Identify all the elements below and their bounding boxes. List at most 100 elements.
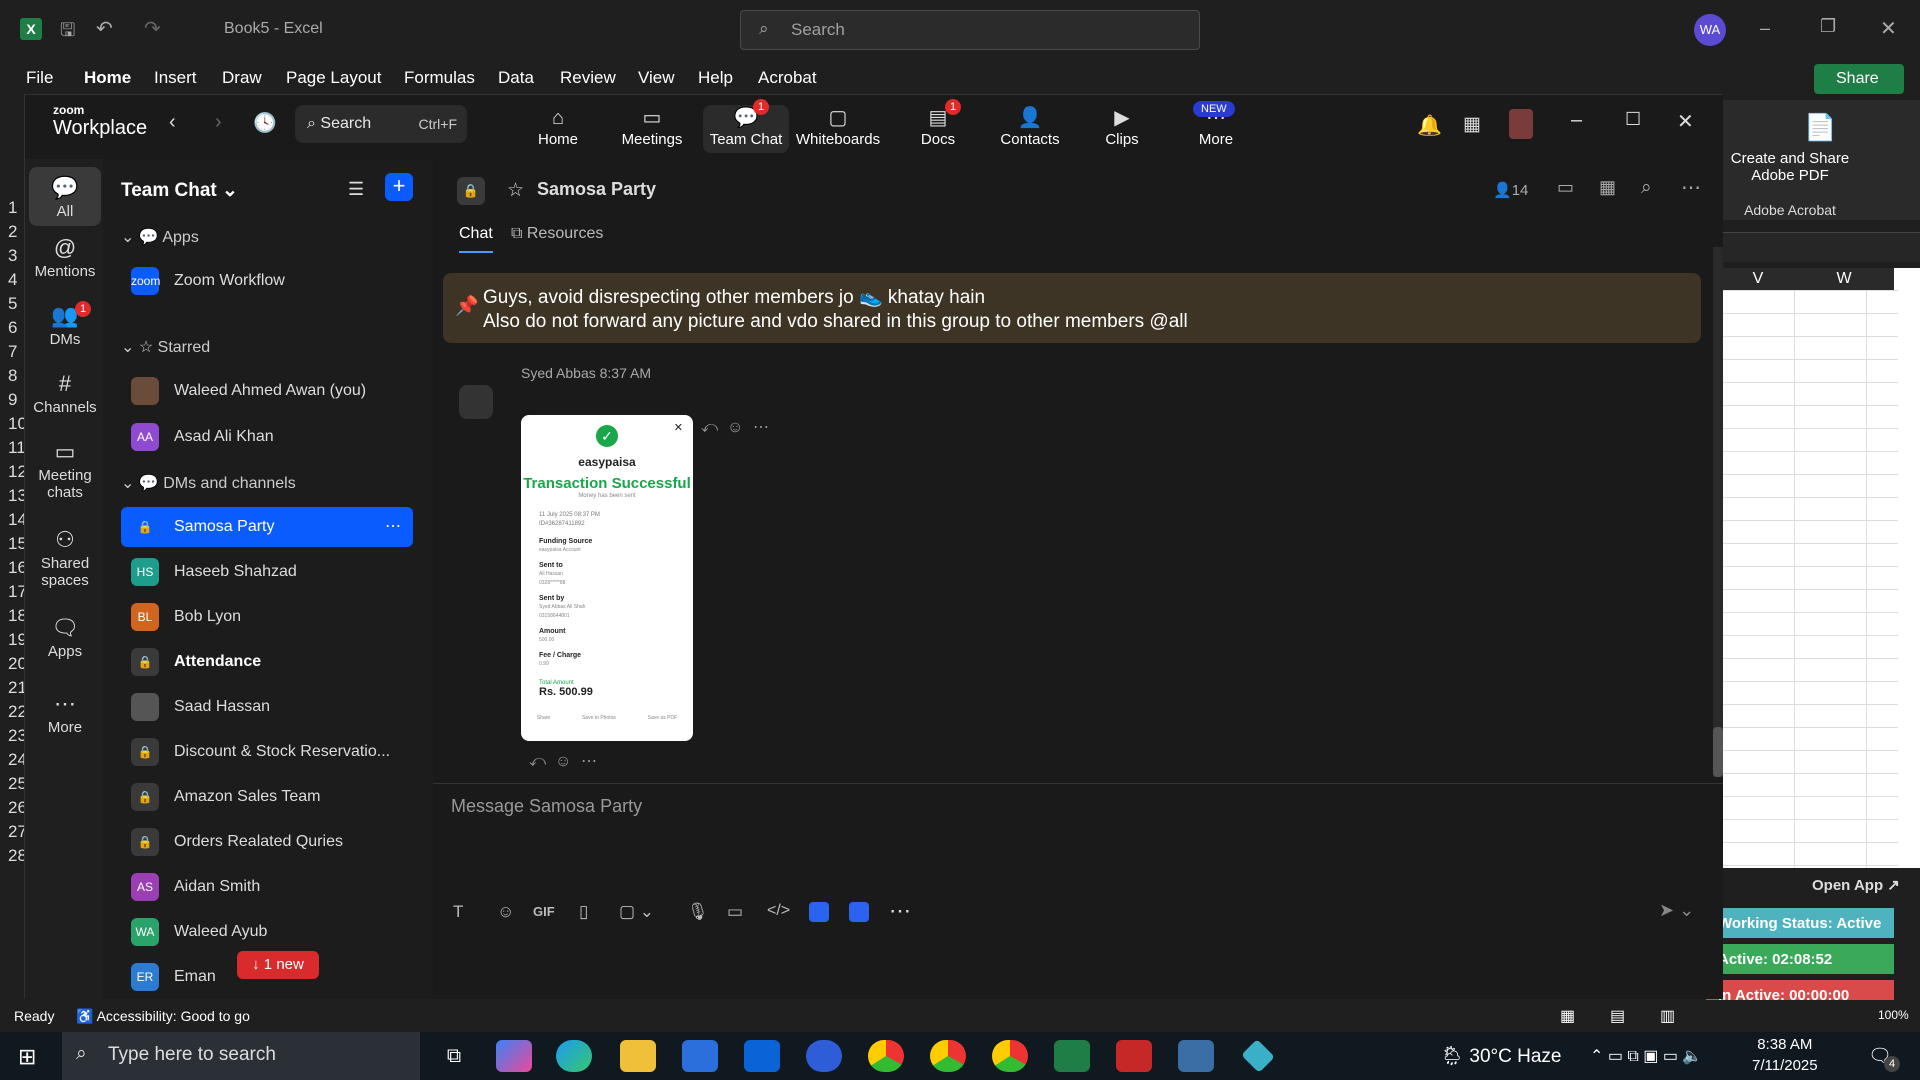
new-messages-badge[interactable]: ↓ 1 new: [237, 951, 319, 979]
emoji-react-icon[interactable]: ☺: [727, 419, 743, 437]
column-header-v[interactable]: V: [1722, 268, 1794, 290]
clock[interactable]: 8:38 AM 7/11/2025: [1752, 1034, 1818, 1076]
create-share-pdf-button[interactable]: Create and Share Adobe PDF: [1722, 150, 1858, 184]
tab-data[interactable]: Data: [498, 68, 534, 88]
outlook-icon[interactable]: [744, 1040, 780, 1072]
redo-icon[interactable]: ↷: [144, 16, 161, 41]
rail-shared-spaces[interactable]: ⚇ Shared spaces: [29, 525, 101, 589]
sender-avatar[interactable]: [459, 385, 493, 419]
notification-center-icon[interactable]: 🗨 4: [1868, 1044, 1900, 1072]
nav-meetings[interactable]: ▭ Meetings: [609, 105, 695, 153]
more-icon[interactable]: ⋯: [889, 898, 911, 924]
sidebar-title[interactable]: Team Chat ⌄: [121, 179, 238, 202]
nav-home[interactable]: ⌂ Home: [515, 105, 601, 153]
text-format-icon[interactable]: T: [453, 902, 463, 922]
receipt-image[interactable]: ✕ ✓ easypaisa Transaction Successful Mon…: [521, 415, 693, 741]
spreadsheet-grid[interactable]: V W: [1722, 268, 1920, 868]
section-apps[interactable]: ⌄ 💬 Apps: [121, 227, 199, 247]
sidebar-item[interactable]: 🔒 Orders Realated Quries: [121, 822, 413, 862]
open-app-link[interactable]: Open App ↗: [1812, 876, 1900, 894]
undo-icon[interactable]: ↶: [96, 16, 113, 41]
row-number[interactable]: 3: [8, 246, 17, 266]
nav-more[interactable]: ⋯ More NEW: [1173, 101, 1259, 153]
sidebar-item[interactable]: WA Waleed Ayub: [121, 912, 413, 952]
store-icon[interactable]: [682, 1040, 718, 1072]
column-header-w[interactable]: W: [1794, 268, 1894, 290]
back-icon[interactable]: ‹: [169, 111, 176, 134]
close-icon[interactable]: ✕: [1677, 109, 1694, 134]
filezilla-icon[interactable]: [1116, 1040, 1152, 1072]
sidebar-item[interactable]: 🔒 Discount & Stock Reservatio...: [121, 732, 413, 772]
task-view-icon[interactable]: ⧉: [436, 1040, 472, 1072]
tab-help[interactable]: Help: [698, 68, 733, 88]
row-number[interactable]: 11: [8, 438, 26, 458]
chrome-icon[interactable]: [992, 1040, 1028, 1072]
nav-whiteboards[interactable]: ▢ Whiteboards: [795, 105, 881, 153]
app-icon[interactable]: [849, 902, 869, 922]
excel-search-input[interactable]: ⌕ Search: [740, 10, 1200, 50]
calculator-icon[interactable]: [1178, 1040, 1214, 1072]
taskbar-search-input[interactable]: ⌕ Type here to search: [62, 1032, 420, 1080]
minimize-icon[interactable]: –: [1760, 18, 1770, 39]
filter-icon[interactable]: ☰: [348, 179, 364, 200]
star-icon[interactable]: ☆: [507, 179, 524, 202]
reply-icon[interactable]: ⤺: [529, 753, 546, 771]
edge-icon[interactable]: [556, 1040, 592, 1072]
close-icon[interactable]: ✕: [1880, 16, 1897, 41]
sidebar-item[interactable]: HS Haseeb Shahzad: [121, 552, 413, 592]
history-icon[interactable]: 🕓: [253, 111, 277, 135]
send-icon[interactable]: ➤ ⌄: [1659, 900, 1694, 921]
row-number[interactable]: 6: [8, 318, 17, 338]
notifications-icon[interactable]: 🔔: [1417, 113, 1442, 138]
sidebar-item[interactable]: Waleed Ahmed Awan (you): [121, 371, 413, 411]
sidebar-item[interactable]: zoom Zoom Workflow: [121, 261, 413, 301]
nav-clips[interactable]: ▶ Clips: [1079, 105, 1165, 153]
search-icon[interactable]: ⌕: [1641, 177, 1652, 199]
sidebar-item[interactable]: AS Aidan Smith: [121, 867, 413, 907]
pinned-message[interactable]: 📌 Guys, avoid disrespecting other member…: [443, 273, 1701, 343]
row-number[interactable]: 8: [8, 366, 17, 386]
message-input[interactable]: Message Samosa Party: [451, 796, 642, 817]
chat-scrollbar[interactable]: [1713, 247, 1723, 777]
system-tray-icons[interactable]: ⌃ ▭ ⧉ ▣ ▭ 🔈: [1590, 1046, 1702, 1066]
weather-widget[interactable]: 🌦 30°C Haze: [1440, 1044, 1562, 1068]
tab-resources[interactable]: ⧉ Resources: [511, 225, 603, 243]
tab-acrobat[interactable]: Acrobat: [758, 68, 817, 88]
emoji-icon[interactable]: ☺: [497, 902, 514, 922]
row-number[interactable]: 2: [8, 222, 17, 242]
section-dms[interactable]: ⌄ 💬 DMs and channels: [121, 473, 296, 493]
zoom-level[interactable]: 100%: [1878, 1008, 1909, 1022]
nav-team-chat[interactable]: 💬 Team Chat 1: [703, 99, 789, 153]
rail-all[interactable]: 💬 All: [29, 167, 101, 226]
code-icon[interactable]: </>: [767, 902, 790, 920]
rail-more[interactable]: ⋯ More: [29, 689, 101, 736]
normal-view-icon[interactable]: ▦: [1560, 1006, 1575, 1026]
excel-taskbar-icon[interactable]: [1054, 1040, 1090, 1072]
zoom-taskbar-icon[interactable]: [806, 1040, 842, 1072]
members-count[interactable]: 👤14: [1493, 181, 1528, 199]
emoji-react-icon[interactable]: ☺: [555, 753, 571, 771]
minimize-icon[interactable]: –: [1571, 109, 1582, 132]
accessibility-status[interactable]: ♿ Accessibility: Good to go: [76, 1008, 250, 1025]
forward-icon[interactable]: ›: [215, 111, 222, 134]
restore-icon[interactable]: ❐: [1820, 16, 1836, 37]
video-icon[interactable]: ▭: [1557, 177, 1574, 198]
chrome-icon[interactable]: [868, 1040, 904, 1072]
tab-view[interactable]: View: [638, 68, 675, 88]
reply-icon[interactable]: ⤺: [701, 419, 718, 437]
message-composer[interactable]: Message Samosa Party T ☺ GIF ▯ ▢ ⌄ 🎙 ▭ <…: [433, 783, 1723, 999]
formula-bar[interactable]: [1722, 232, 1920, 262]
gif-icon[interactable]: GIF: [533, 904, 555, 919]
more-icon[interactable]: ⋯: [753, 417, 769, 437]
tab-draw[interactable]: Draw: [222, 68, 262, 88]
zoom-search-input[interactable]: ⌕ Search Ctrl+F: [295, 105, 467, 143]
file-explorer-icon[interactable]: [620, 1040, 656, 1072]
share-button[interactable]: Share: [1814, 64, 1904, 94]
new-chat-button[interactable]: +: [385, 173, 413, 201]
sidebar-item[interactable]: BL Bob Lyon: [121, 597, 413, 637]
chrome-icon[interactable]: [930, 1040, 966, 1072]
row-number[interactable]: 1: [8, 198, 17, 218]
sidebar-item[interactable]: 🔒 Samosa Party ⋯: [121, 507, 413, 547]
sidebar-item[interactable]: 🔒 Attendance: [121, 642, 413, 682]
copilot-icon[interactable]: [496, 1040, 532, 1072]
